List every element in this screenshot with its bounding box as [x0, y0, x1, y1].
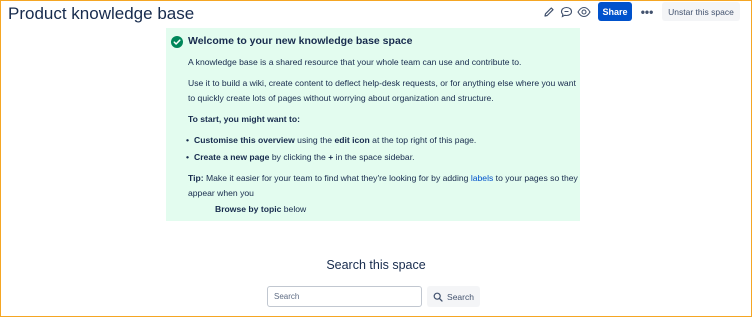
pencil-icon[interactable] — [541, 4, 557, 20]
share-button[interactable]: Share — [598, 2, 632, 21]
page-title: Product knowledge base — [8, 4, 195, 23]
browse-line: Browse by topic below — [215, 202, 306, 217]
panel-heading: Welcome to your new knowledge base space — [188, 35, 413, 47]
bullet-customise: Customise this overview using the edit i… — [186, 133, 477, 148]
welcome-panel: Welcome to your new knowledge base space… — [166, 28, 580, 221]
tip-label: Tip: — [188, 173, 204, 183]
bullet-text: at the top right of this page. — [369, 135, 477, 145]
eye-icon[interactable] — [576, 4, 592, 20]
browse-below: below — [281, 204, 307, 214]
tip-text: Tip: Make it easier for your team to fin… — [188, 171, 578, 201]
bullet-bold: Create a new page — [194, 152, 270, 162]
more-actions-button[interactable]: ••• — [638, 2, 656, 21]
bullet-text: in the space sidebar. — [333, 152, 415, 162]
use-it-text: Use it to build a wiki, create content t… — [188, 78, 576, 103]
check-circle-icon — [171, 35, 183, 48]
bullet-bold: edit icon — [334, 135, 370, 145]
bullet-bold: Customise this overview — [194, 135, 295, 145]
intro-text: A knowledge base is a shared resource th… — [188, 57, 522, 67]
tip-body: Make it easier for your team to find wha… — [203, 173, 471, 183]
search-icon — [433, 292, 443, 302]
bullet-text: by clicking the — [269, 152, 329, 162]
search-button-label: Search — [447, 291, 474, 302]
search-heading: Search this space — [326, 258, 426, 272]
browse-by-topic: Browse by topic — [215, 204, 282, 214]
search-button[interactable]: Search — [427, 286, 480, 307]
labels-link[interactable]: labels — [471, 173, 493, 183]
search-input[interactable] — [267, 286, 422, 307]
to-start-heading: To start, you might want to: — [188, 114, 301, 124]
bullet-text: using the — [294, 135, 335, 145]
bullet-create-page: Create a new page by clicking the + in t… — [186, 150, 415, 165]
comment-icon[interactable] — [558, 4, 574, 20]
unstar-space-button[interactable]: Unstar this space — [662, 2, 740, 21]
